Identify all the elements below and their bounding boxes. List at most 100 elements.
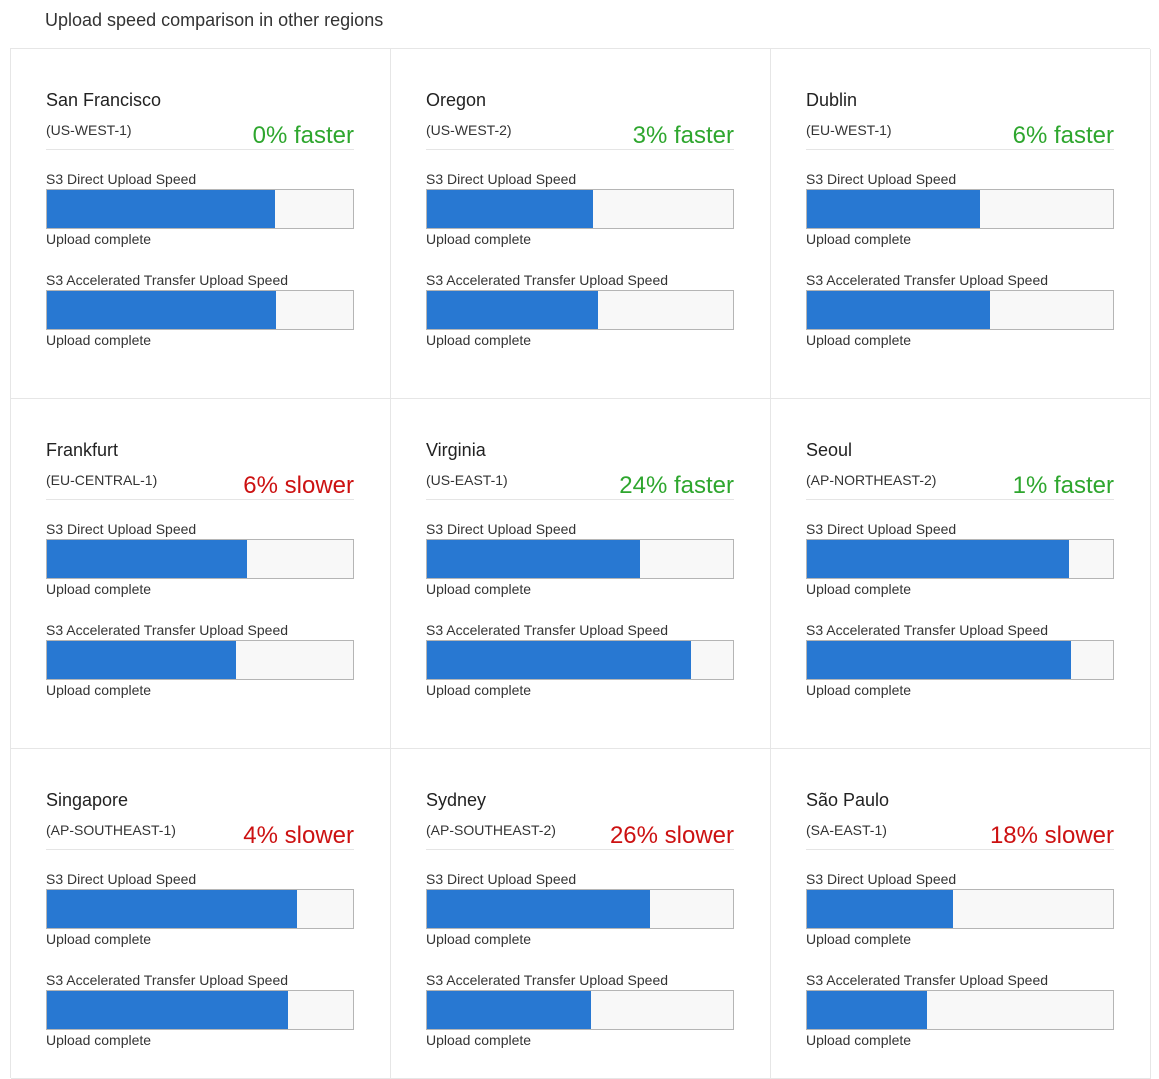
region-header: (EU-WEST-1) 6% faster [806, 119, 1114, 150]
region-code: (AP-NORTHEAST-2) [806, 472, 937, 488]
direct-upload-progress-bar [46, 889, 354, 929]
accelerated-upload-progress-bar [46, 290, 354, 330]
region-name: Sydney [426, 790, 487, 810]
upload-status: Upload complete [426, 682, 532, 698]
accelerated-upload-progress-bar [46, 640, 354, 680]
region-name: San Francisco [46, 90, 162, 110]
upload-status: Upload complete [426, 581, 532, 597]
speed-delta: 4% slower [243, 822, 354, 849]
region-code: (US-WEST-2) [426, 122, 512, 138]
region-header: (SA-EAST-1) 18% slower [806, 819, 1114, 850]
accelerated-upload-label: S3 Accelerated Transfer Upload Speed [806, 972, 1049, 988]
direct-upload-block: S3 Direct Upload Speed Upload complete [426, 870, 734, 948]
progress-fill [427, 641, 692, 679]
accelerated-upload-progress-bar [806, 990, 1114, 1030]
direct-upload-progress-bar [806, 189, 1114, 229]
progress-fill [47, 291, 276, 329]
progress-fill [807, 641, 1072, 679]
direct-upload-label: S3 Direct Upload Speed [46, 171, 197, 187]
region-code: (EU-CENTRAL-1) [46, 472, 158, 488]
region-header: (AP-NORTHEAST-2) 1% faster [806, 469, 1114, 500]
upload-status: Upload complete [426, 231, 532, 247]
progress-fill [427, 991, 592, 1029]
region-code: (SA-EAST-1) [806, 822, 887, 838]
direct-upload-block: S3 Direct Upload Speed Upload complete [46, 520, 354, 598]
speed-delta: 6% slower [243, 472, 354, 499]
region-name: Frankfurt [46, 440, 119, 460]
region-name: São Paulo [806, 790, 890, 810]
direct-upload-label: S3 Direct Upload Speed [806, 171, 957, 187]
upload-status: Upload complete [806, 581, 912, 597]
progress-fill [807, 991, 928, 1029]
region-header: (AP-SOUTHEAST-1) 4% slower [46, 819, 354, 850]
upload-status: Upload complete [426, 332, 532, 348]
direct-upload-block: S3 Direct Upload Speed Upload complete [46, 870, 354, 948]
accelerated-upload-block: S3 Accelerated Transfer Upload Speed Upl… [426, 271, 734, 349]
region-card: Dublin (EU-WEST-1) 6% faster S3 Direct U… [771, 49, 1151, 399]
progress-fill [47, 540, 247, 578]
progress-fill [427, 291, 598, 329]
speed-delta: 1% faster [1012, 472, 1114, 499]
region-grid: San Francisco (US-WEST-1) 0% faster S3 D… [10, 48, 1151, 1079]
direct-upload-progress-bar [426, 189, 734, 229]
accelerated-upload-block: S3 Accelerated Transfer Upload Speed Upl… [806, 271, 1114, 349]
direct-upload-progress-bar [426, 539, 734, 579]
region-name: Dublin [806, 90, 858, 110]
region-code: (EU-WEST-1) [806, 122, 892, 138]
progress-fill [807, 190, 981, 228]
progress-fill [427, 190, 593, 228]
speed-delta: 26% slower [609, 822, 734, 849]
direct-upload-label: S3 Direct Upload Speed [46, 521, 197, 537]
region-header: (US-WEST-1) 0% faster [46, 119, 354, 150]
direct-upload-label: S3 Direct Upload Speed [46, 871, 197, 887]
direct-upload-block: S3 Direct Upload Speed Upload complete [806, 520, 1114, 598]
direct-upload-block: S3 Direct Upload Speed Upload complete [806, 170, 1114, 248]
region-header: (US-WEST-2) 3% faster [426, 119, 734, 150]
upload-status: Upload complete [806, 682, 912, 698]
accelerated-upload-block: S3 Accelerated Transfer Upload Speed Upl… [806, 621, 1114, 699]
upload-status: Upload complete [46, 231, 152, 247]
direct-upload-progress-bar [46, 189, 354, 229]
progress-fill [427, 890, 651, 928]
accelerated-upload-label: S3 Accelerated Transfer Upload Speed [46, 972, 289, 988]
speed-delta: 3% faster [632, 122, 734, 149]
accelerated-upload-label: S3 Accelerated Transfer Upload Speed [46, 272, 289, 288]
upload-status: Upload complete [46, 682, 152, 698]
upload-status: Upload complete [46, 1032, 152, 1048]
accelerated-upload-block: S3 Accelerated Transfer Upload Speed Upl… [806, 971, 1114, 1049]
accelerated-upload-block: S3 Accelerated Transfer Upload Speed Upl… [426, 971, 734, 1049]
region-card: São Paulo (SA-EAST-1) 18% slower S3 Dire… [771, 749, 1151, 1079]
direct-upload-block: S3 Direct Upload Speed Upload complete [426, 170, 734, 248]
region-card: Virginia (US-EAST-1) 24% faster S3 Direc… [391, 399, 771, 749]
upload-status: Upload complete [426, 1032, 532, 1048]
direct-upload-block: S3 Direct Upload Speed Upload complete [46, 170, 354, 248]
accelerated-upload-progress-bar [806, 640, 1114, 680]
speed-delta: 18% slower [989, 822, 1114, 849]
accelerated-upload-progress-bar [426, 990, 734, 1030]
progress-fill [47, 890, 298, 928]
speed-delta: 6% faster [1012, 122, 1114, 149]
accelerated-upload-block: S3 Accelerated Transfer Upload Speed Upl… [46, 271, 354, 349]
upload-status: Upload complete [806, 332, 912, 348]
speed-delta: 24% faster [619, 472, 734, 499]
accelerated-upload-label: S3 Accelerated Transfer Upload Speed [806, 272, 1049, 288]
direct-upload-block: S3 Direct Upload Speed Upload complete [806, 870, 1114, 948]
upload-status: Upload complete [46, 581, 152, 597]
direct-upload-progress-bar [426, 889, 734, 929]
progress-fill [47, 190, 275, 228]
direct-upload-label: S3 Direct Upload Speed [426, 871, 577, 887]
page-title: Upload speed comparison in other regions [45, 10, 384, 30]
accelerated-upload-label: S3 Accelerated Transfer Upload Speed [426, 622, 669, 638]
upload-status: Upload complete [806, 1032, 912, 1048]
region-code: (US-WEST-1) [46, 122, 132, 138]
accelerated-upload-block: S3 Accelerated Transfer Upload Speed Upl… [426, 621, 734, 699]
region-card: San Francisco (US-WEST-1) 0% faster S3 D… [11, 49, 391, 399]
region-name: Singapore [46, 790, 129, 810]
region-code: (AP-SOUTHEAST-1) [46, 822, 176, 838]
progress-fill [427, 540, 640, 578]
accelerated-upload-label: S3 Accelerated Transfer Upload Speed [46, 622, 289, 638]
speed-delta: 0% faster [252, 122, 354, 149]
progress-fill [807, 540, 1070, 578]
region-card: Seoul (AP-NORTHEAST-2) 1% faster S3 Dire… [771, 399, 1151, 749]
accelerated-upload-progress-bar [426, 290, 734, 330]
